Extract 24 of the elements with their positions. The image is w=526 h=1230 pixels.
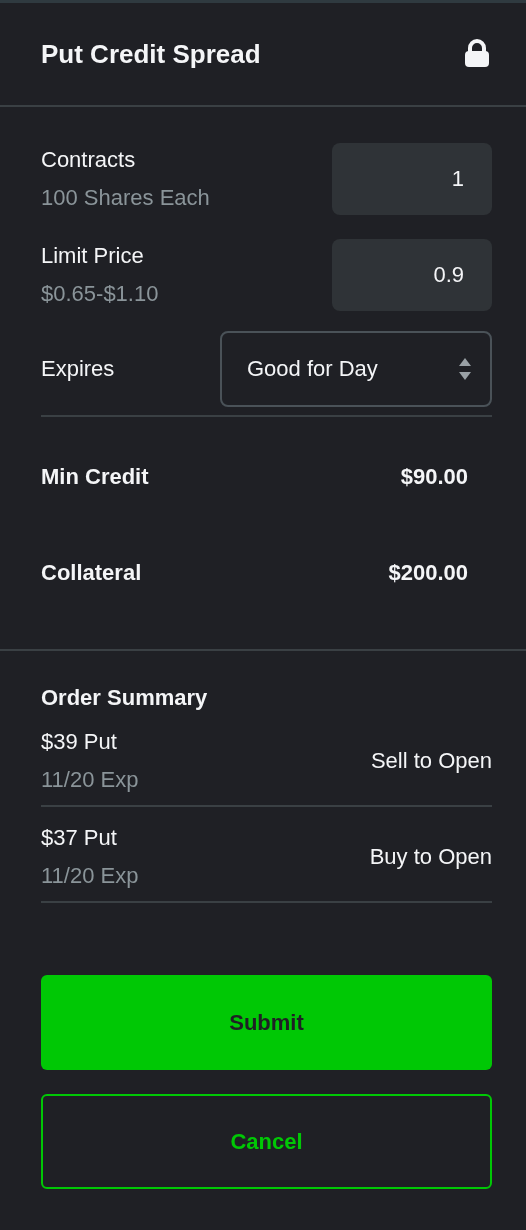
field-label: Expires [41, 356, 115, 382]
field-label: Contracts [41, 147, 137, 173]
lock-icon [464, 39, 490, 69]
section-title: Order Summary [41, 685, 209, 711]
summary-value: $90.00 [400, 464, 468, 490]
summary-label: Min Credit [41, 464, 149, 490]
order-action: Sell to Open [370, 748, 492, 774]
panel-title: Put Credit Spread [41, 38, 261, 70]
summary-value: $200.00 [388, 560, 468, 586]
up-down-icon [458, 356, 472, 382]
input-field[interactable]: 1 [332, 143, 492, 215]
order-action: Buy to Open [369, 844, 492, 870]
expiry-dropdown[interactable]: Good for Day [220, 331, 492, 407]
field-hint: 100 Shares Each [41, 185, 210, 211]
summary-label: Collateral [41, 560, 142, 586]
expiry-date: 11/20 Exp [41, 767, 139, 793]
option-name: $37 Put [41, 825, 118, 851]
field-label: Limit Price [41, 243, 145, 269]
option-name: $39 Put [41, 729, 118, 755]
field-hint: $0.65-$1.10 [41, 281, 159, 307]
cancel-button[interactable]: Cancel [41, 1094, 492, 1189]
input-field[interactable]: 0.9 [332, 239, 492, 311]
submit-button[interactable]: Submit [41, 975, 492, 1070]
expiry-date: 11/20 Exp [41, 863, 139, 889]
